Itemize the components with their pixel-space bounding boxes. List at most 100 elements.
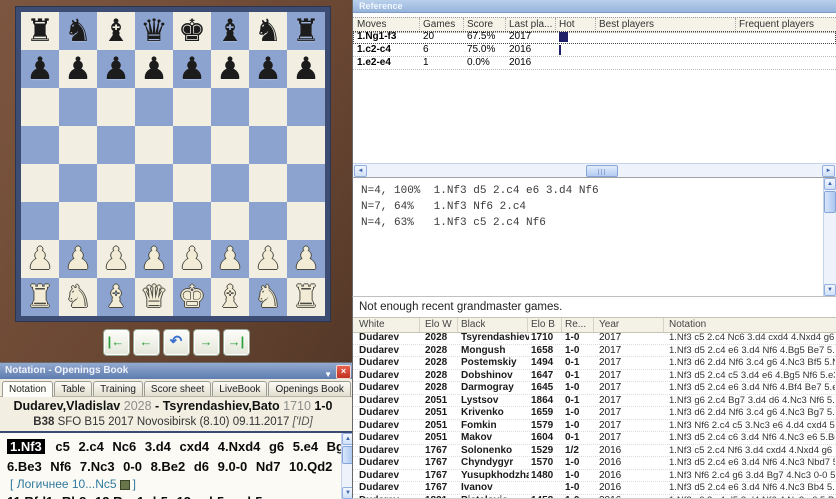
board-square[interactable]: ♜ bbox=[287, 278, 325, 316]
board-square[interactable] bbox=[97, 126, 135, 164]
board-square[interactable] bbox=[59, 88, 97, 126]
board-square[interactable] bbox=[173, 164, 211, 202]
game-row[interactable]: Dudarev 2051 Makov 1604 0-1 2017 1.Nf3 d5 2.c4… bbox=[353, 432, 836, 445]
board-square[interactable]: ♟ bbox=[211, 240, 249, 278]
column-header[interactable]: Black bbox=[461, 318, 485, 331]
close-icon[interactable]: × bbox=[336, 365, 351, 379]
unplay-move-button[interactable]: ↶ bbox=[162, 329, 190, 356]
column-header[interactable]: Games bbox=[423, 18, 455, 31]
board-square[interactable] bbox=[211, 126, 249, 164]
board-square[interactable]: ♞ bbox=[59, 12, 97, 50]
board-square[interactable] bbox=[287, 202, 325, 240]
board-square[interactable]: ♜ bbox=[287, 12, 325, 50]
board-square[interactable] bbox=[135, 126, 173, 164]
game-row[interactable]: Dudarev 1767 Chyndygyr 1570 1-0 2016 1.Nf3 d5 … bbox=[353, 457, 836, 470]
board-square[interactable] bbox=[211, 164, 249, 202]
moves-line[interactable]: 1.Nf3 c5 2.c4 Nc6 3.d4 cxd4 4.Nxd4 g6 5.… bbox=[7, 437, 351, 457]
analysis-line[interactable]: N=4, 63% 1.Nf3 c5 2.c4 Nf6 bbox=[353, 215, 836, 231]
game-row[interactable]: Dudarev 1767 Yusupkhodzhaev1480 1-0 2016 1.Nf… bbox=[353, 470, 836, 482]
board-square[interactable]: ♟ bbox=[249, 50, 287, 88]
board-square[interactable]: ♟ bbox=[135, 240, 173, 278]
analysis-line[interactable]: N=4, 100% 1.Nf3 d5 2.c4 e6 3.d4 Nf6 bbox=[353, 183, 836, 199]
board-square[interactable] bbox=[249, 88, 287, 126]
column-header[interactable]: Notation bbox=[669, 318, 706, 331]
board-square[interactable] bbox=[59, 164, 97, 202]
column-header[interactable]: Hot bbox=[559, 18, 575, 31]
board-square[interactable] bbox=[249, 202, 287, 240]
board-square[interactable]: ♛ bbox=[135, 278, 173, 316]
tab-score-sheet[interactable]: Score sheet bbox=[143, 381, 212, 396]
board-square[interactable]: ♟ bbox=[173, 50, 211, 88]
game-row[interactable]: Dudarev 2051 Krivenko 1659 1-0 2017 1.Nf3 d6 2… bbox=[353, 407, 836, 420]
board-square[interactable] bbox=[135, 164, 173, 202]
board-square[interactable]: ♟ bbox=[135, 50, 173, 88]
board-square[interactable] bbox=[97, 88, 135, 126]
column-header[interactable]: Year bbox=[599, 318, 619, 331]
board-square[interactable]: ♜ bbox=[21, 278, 59, 316]
board-square[interactable]: ♛ bbox=[135, 12, 173, 50]
tab-table[interactable]: Table bbox=[54, 381, 93, 396]
board-square[interactable] bbox=[21, 164, 59, 202]
game-row[interactable]: Dudarev 2028 Postemskiy 1494 0-1 2017 1.Nf3 d6… bbox=[353, 357, 836, 370]
board-square[interactable]: ♟ bbox=[249, 240, 287, 278]
game-row[interactable]: Dudarev 1767 Ivanov 1-0 2016 1.Nf3 d5 2.c4 e6… bbox=[353, 482, 836, 495]
board-square[interactable]: ♟ bbox=[97, 50, 135, 88]
board-square[interactable] bbox=[173, 88, 211, 126]
board-square[interactable]: ♟ bbox=[21, 240, 59, 278]
game-row[interactable]: Dudarev 2028 Darmogray 1645 1-0 2017 1.Nf3 d5 … bbox=[353, 382, 836, 395]
column-header[interactable]: White bbox=[359, 318, 385, 331]
game-row[interactable]: Dudarev 2028 Tsyrendashiev 1710 1-0 2017 1.Nf3… bbox=[353, 332, 836, 345]
scroll-down-icon[interactable]: ▼ bbox=[824, 284, 836, 296]
board-square[interactable] bbox=[249, 164, 287, 202]
step-forward-button[interactable]: → bbox=[192, 329, 220, 356]
board-square[interactable]: ♝ bbox=[97, 12, 135, 50]
board-square[interactable] bbox=[173, 202, 211, 240]
board-square[interactable]: ♝ bbox=[211, 278, 249, 316]
board-square[interactable]: ♝ bbox=[97, 278, 135, 316]
board-square[interactable]: ♜ bbox=[21, 12, 59, 50]
tab-livebook[interactable]: LiveBook bbox=[212, 381, 268, 396]
reference-move-row[interactable]: 1.c2-c4 6 75.0% 2016 bbox=[353, 44, 836, 57]
scroll-right-icon[interactable]: ► bbox=[822, 165, 835, 177]
column-header[interactable]: Elo B bbox=[531, 318, 555, 331]
column-header[interactable]: Frequent players bbox=[739, 18, 814, 31]
game-row[interactable]: Dudarev 1821 Pistalovic1458 1-0 2016 1.Nf3 c6… bbox=[353, 495, 836, 499]
board-square[interactable]: ♟ bbox=[21, 50, 59, 88]
game-row[interactable]: Dudarev 2051 Lystsov 1864 0-1 2017 1.Nf3 g6 2.… bbox=[353, 395, 836, 407]
board-square[interactable]: ♞ bbox=[59, 278, 97, 316]
game-row[interactable]: Dudarev 2028 Dobshinov 1647 0-1 2017 1.Nf3 d5 … bbox=[353, 370, 836, 382]
board-square[interactable] bbox=[173, 126, 211, 164]
board-square[interactable]: ♚ bbox=[173, 278, 211, 316]
board-square[interactable] bbox=[21, 202, 59, 240]
board-square[interactable] bbox=[287, 164, 325, 202]
board-square[interactable] bbox=[59, 126, 97, 164]
column-header[interactable]: Elo W bbox=[425, 318, 452, 331]
board-square[interactable]: ♟ bbox=[211, 50, 249, 88]
board-square[interactable]: ♟ bbox=[59, 50, 97, 88]
game-row[interactable]: Dudarev 1767 Solonenko 1529 1/2 2016 1.Nf3 c5 … bbox=[353, 445, 836, 457]
board-square[interactable] bbox=[287, 126, 325, 164]
board-square[interactable] bbox=[97, 164, 135, 202]
moves-line[interactable]: 6.Be3 Nf6 7.Nc3 0-0 8.Be2 d6 9.0-0 Nd7 1… bbox=[7, 457, 354, 477]
step-back-button[interactable]: ← bbox=[132, 329, 160, 356]
column-header[interactable]: Moves bbox=[357, 18, 386, 31]
go-to-start-button[interactable]: |← bbox=[102, 329, 130, 356]
board-square[interactable] bbox=[287, 88, 325, 126]
board-square[interactable] bbox=[21, 88, 59, 126]
column-header[interactable]: Re... bbox=[565, 318, 586, 331]
board-square[interactable]: ♟ bbox=[173, 240, 211, 278]
analysis-line[interactable]: N=7, 64% 1.Nf3 Nf6 2.c4 bbox=[353, 199, 836, 215]
game-row[interactable]: Dudarev 2028 Mongush 1658 1-0 2017 1.Nf3 d5 2.… bbox=[353, 345, 836, 357]
board-square[interactable]: ♞ bbox=[249, 12, 287, 50]
board-square[interactable]: ♟ bbox=[287, 50, 325, 88]
scroll-thumb[interactable] bbox=[586, 165, 618, 177]
tab-training[interactable]: Training bbox=[93, 381, 143, 396]
board-square[interactable] bbox=[21, 126, 59, 164]
board-square[interactable]: ♟ bbox=[97, 240, 135, 278]
game-row[interactable]: Dudarev 2051 Fomkin 1579 1-0 2017 1.Nf3 Nf6 2.… bbox=[353, 420, 836, 432]
board-square[interactable] bbox=[211, 202, 249, 240]
board-square[interactable]: ♟ bbox=[287, 240, 325, 278]
scroll-thumb[interactable] bbox=[824, 191, 836, 213]
board-square[interactable]: ♞ bbox=[249, 278, 287, 316]
scroll-left-icon[interactable]: ◄ bbox=[354, 165, 367, 177]
